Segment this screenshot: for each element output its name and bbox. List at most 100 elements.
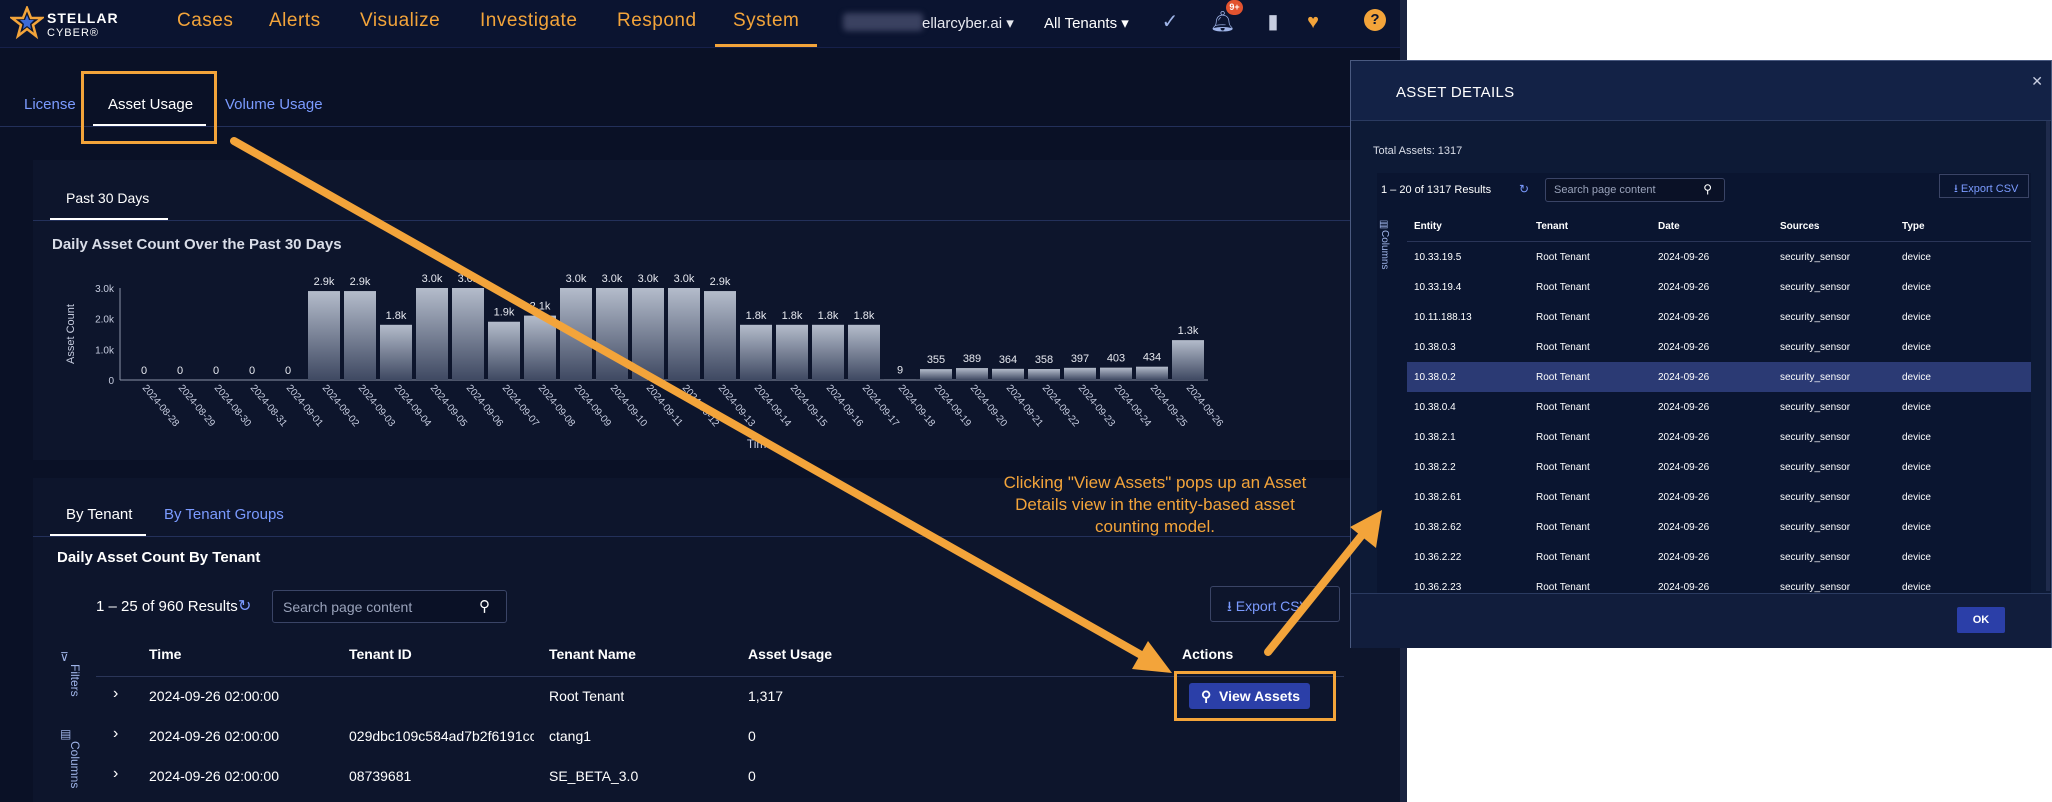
- modal-export-label: Export CSV: [1960, 183, 2019, 195]
- filters-side-tab[interactable]: ⊽ Filters: [60, 650, 90, 697]
- x-tick-label: 2024-09-05: [428, 383, 470, 430]
- refresh-icon[interactable]: ↻: [1519, 182, 1529, 196]
- stellar-cyber-logo[interactable]: STELLAR CYBER®: [10, 6, 130, 42]
- cell-entity: 10.38.2.1: [1414, 432, 1456, 443]
- modal-search-input[interactable]: [1554, 184, 1694, 196]
- modal-header-entity[interactable]: Entity: [1414, 221, 1442, 232]
- asset-row[interactable]: 10.33.19.5 Root Tenant 2024-09-26 security_…: [1407, 242, 2031, 272]
- chart-bar: [632, 288, 664, 380]
- asset-row[interactable]: 10.11.188.13 Root Tenant 2024-09-26 securit…: [1407, 302, 2031, 332]
- table-row[interactable]: › 2024-09-26 02:00:00 08739681 SE_BETA_3…: [96, 756, 1344, 796]
- x-tick-label: 2024-09-15: [788, 383, 830, 430]
- nav-investigate[interactable]: Investigate: [480, 10, 577, 32]
- cell-sources: security_sensor: [1780, 312, 1851, 323]
- table-row[interactable]: › 2024-09-26 02:00:00 Root Tenant 1,317: [96, 676, 1344, 716]
- data-label: 0: [141, 365, 147, 377]
- tenant-selector[interactable]: All Tenants ▾: [1044, 14, 1129, 32]
- cell-entity: 10.38.2.61: [1414, 492, 1462, 503]
- data-label: 3.0k: [458, 273, 479, 285]
- columns-label: Columns: [68, 741, 82, 789]
- nav-alerts[interactable]: Alerts: [269, 10, 321, 32]
- chart-bar: [992, 368, 1024, 380]
- asset-row[interactable]: 10.38.0.2 Root Tenant 2024-09-26 security_s…: [1407, 362, 2031, 392]
- column-header-tenant-name[interactable]: Tenant Name: [549, 646, 636, 662]
- data-label: 0: [213, 365, 219, 377]
- modal-columns-label: Columns: [1379, 230, 1390, 270]
- asset-row[interactable]: 10.38.2.1 Root Tenant 2024-09-26 security_s…: [1407, 422, 2031, 452]
- asset-row[interactable]: 10.38.2.2 Root Tenant 2024-09-26 security_s…: [1407, 452, 2031, 482]
- tab-by-tenant[interactable]: By Tenant: [66, 506, 132, 523]
- modal-footer: [1351, 593, 2051, 648]
- column-header-tenant-id[interactable]: Tenant ID: [349, 646, 412, 662]
- cell-entity: 10.36.2.23: [1414, 582, 1462, 593]
- asset-row[interactable]: 10.33.19.4 Root Tenant 2024-09-26 security_…: [1407, 272, 2031, 302]
- x-tick-label: 2024-09-17: [860, 383, 902, 430]
- expand-chevron-icon[interactable]: ›: [113, 765, 118, 783]
- data-label: 2.9k: [710, 276, 731, 288]
- modal-header-tenant[interactable]: Tenant: [1536, 221, 1568, 232]
- nav-visualize[interactable]: Visualize: [360, 10, 440, 32]
- y-tick-label: 3.0k: [95, 284, 115, 295]
- cell-time: 2024-09-26 02:00:00: [149, 768, 279, 784]
- star-logo-icon: [10, 6, 44, 40]
- divider: [33, 220, 1400, 221]
- nav-active-indicator: [715, 44, 817, 47]
- x-tick-label: 2024-09-08: [536, 383, 578, 430]
- ok-button[interactable]: OK: [1957, 607, 2005, 633]
- search-icon[interactable]: ⚲: [479, 597, 490, 615]
- modal-columns-side-tab[interactable]: ▤ Columns: [1379, 219, 1397, 269]
- columns-icon: ▤: [60, 727, 72, 741]
- x-tick-label: 2024-09-14: [752, 383, 794, 430]
- modal-header-date[interactable]: Date: [1658, 221, 1680, 232]
- nav-cases[interactable]: Cases: [177, 10, 233, 32]
- cell-tenant: Root Tenant: [1536, 402, 1590, 413]
- refresh-icon[interactable]: ↻: [238, 596, 251, 616]
- cell-sources: security_sensor: [1780, 252, 1851, 263]
- cell-type: device: [1902, 552, 1931, 563]
- nav-respond[interactable]: Respond: [617, 10, 697, 32]
- asset-row[interactable]: 10.38.2.62 Root Tenant 2024-09-26 security_…: [1407, 512, 2031, 542]
- search-icon[interactable]: ⚲: [1703, 182, 1712, 196]
- bookmark-icon[interactable]: ▮: [1261, 10, 1285, 34]
- asset-row[interactable]: 10.38.2.61 Root Tenant 2024-09-26 security_…: [1407, 482, 2031, 512]
- user-menu[interactable]: ellarcyber.ai ▾: [922, 14, 1014, 32]
- chart-bar: [776, 324, 808, 380]
- export-csv-button[interactable]: ⭳ Export CSV: [1210, 586, 1340, 622]
- filters-label: Filters: [68, 664, 82, 697]
- columns-side-tab[interactable]: ▤ Columns: [60, 727, 90, 788]
- tab-by-tenant-groups[interactable]: By Tenant Groups: [164, 506, 284, 523]
- help-icon[interactable]: ?: [1364, 9, 1386, 31]
- modal-search-box[interactable]: ⚲: [1545, 178, 1725, 202]
- asset-row[interactable]: 10.38.0.3 Root Tenant 2024-09-26 security_s…: [1407, 332, 2031, 362]
- cell-tenant-name: ctang1: [549, 728, 592, 744]
- expand-chevron-icon[interactable]: ›: [113, 725, 118, 743]
- asset-row[interactable]: 10.38.0.4 Root Tenant 2024-09-26 security_s…: [1407, 392, 2031, 422]
- modal-header-type[interactable]: Type: [1902, 221, 1925, 232]
- cell-tenant: Root Tenant: [1536, 312, 1590, 323]
- column-header-time[interactable]: Time: [149, 646, 181, 662]
- tab-asset-usage[interactable]: Asset Usage: [108, 96, 193, 113]
- check-circle-icon[interactable]: ✓: [1158, 10, 1182, 34]
- asset-row[interactable]: 10.36.2.22 Root Tenant 2024-09-26 security_…: [1407, 542, 2031, 572]
- nav-system[interactable]: System: [733, 10, 799, 32]
- data-label: 3.0k: [566, 273, 587, 285]
- search-box[interactable]: ⚲: [272, 590, 507, 623]
- x-tick-label: 2024-09-02: [320, 383, 362, 430]
- close-icon[interactable]: ✕: [2031, 73, 2043, 90]
- data-label: 397: [1071, 353, 1089, 365]
- table-row[interactable]: › 2024-09-26 02:00:00 029dbc109c584ad7b2…: [96, 716, 1344, 756]
- modal-export-csv-button[interactable]: ⭳ Export CSV: [1939, 174, 2029, 198]
- tab-license[interactable]: License: [24, 96, 76, 113]
- modal-header-sources[interactable]: Sources: [1780, 221, 1819, 232]
- column-header-asset-usage[interactable]: Asset Usage: [748, 646, 832, 662]
- health-heart-icon[interactable]: ♥: [1301, 10, 1325, 34]
- expand-chevron-icon[interactable]: ›: [113, 685, 118, 703]
- scrollbar[interactable]: [2046, 121, 2050, 591]
- chart-bar: [704, 291, 736, 380]
- cell-date: 2024-09-26: [1658, 432, 1710, 443]
- tab-past-30-days[interactable]: Past 30 Days: [66, 190, 149, 206]
- cell-tenant: Root Tenant: [1536, 372, 1590, 383]
- tab-volume-usage[interactable]: Volume Usage: [225, 96, 323, 113]
- notification-badge: 9+: [1226, 0, 1243, 15]
- search-input[interactable]: [283, 598, 463, 616]
